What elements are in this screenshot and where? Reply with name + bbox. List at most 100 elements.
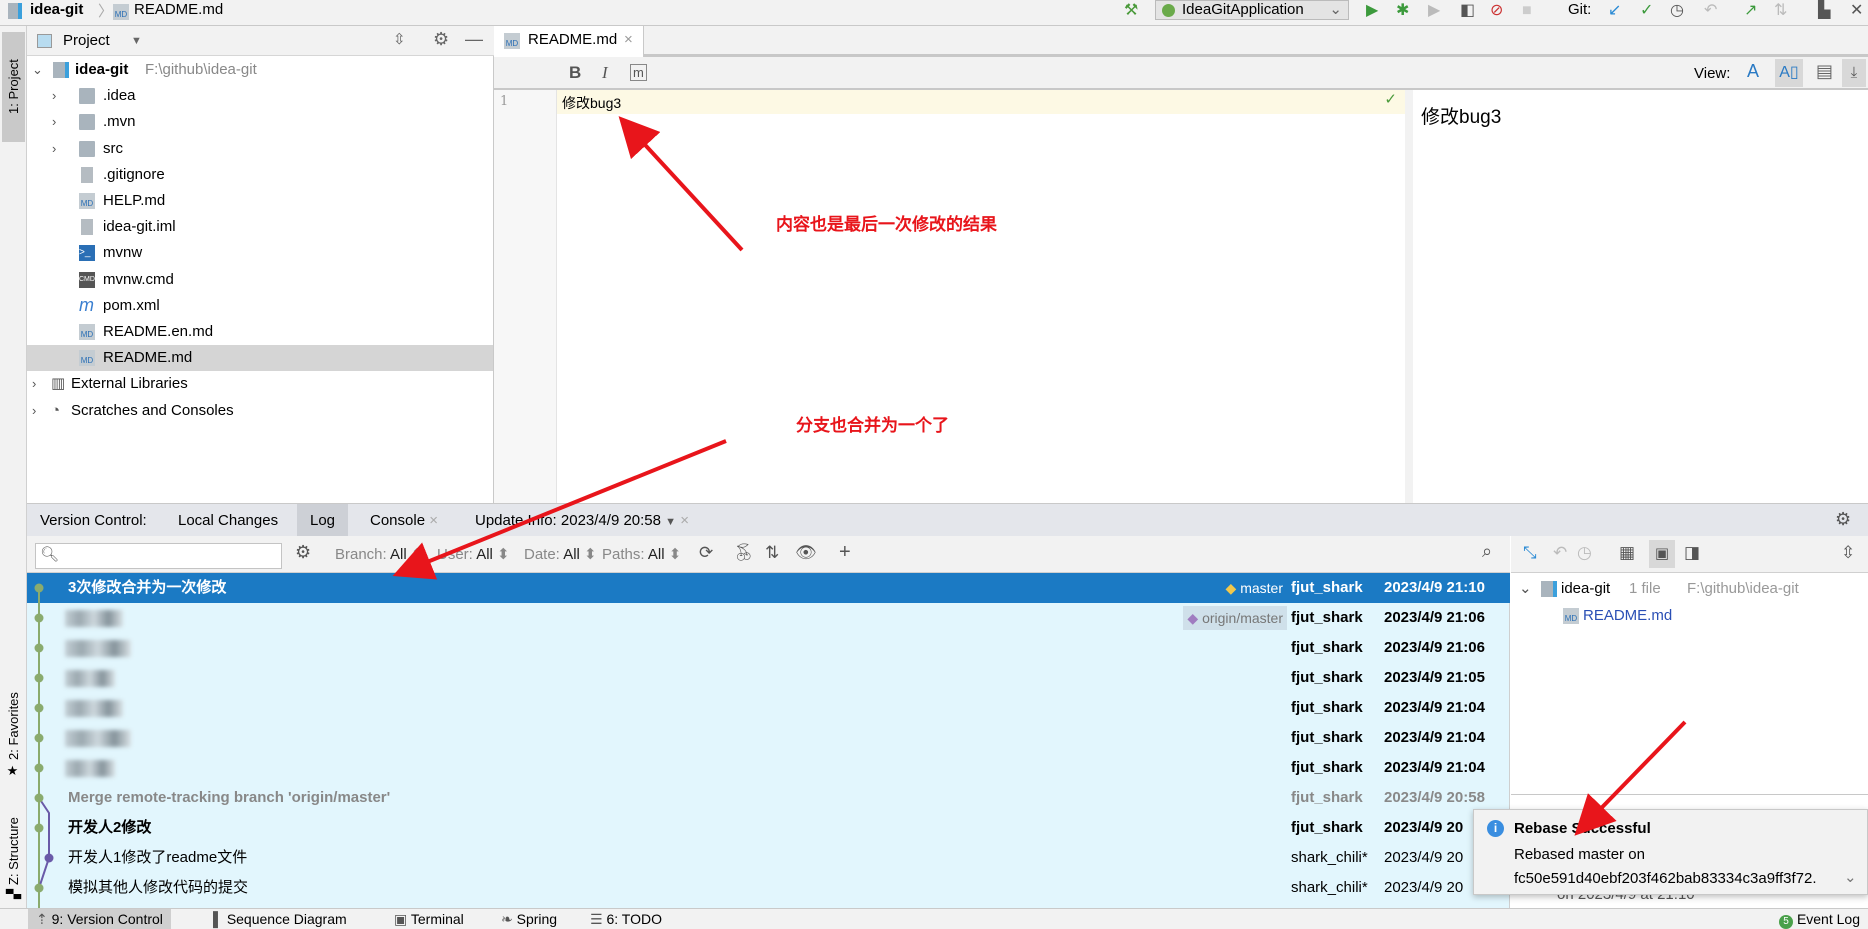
project-structure-icon[interactable]: ▙: [1818, 2, 1830, 20]
breadcrumb-file[interactable]: README.md: [134, 0, 223, 24]
cherry-pick-icon[interactable]: 🍒︎: [733, 543, 755, 563]
commit-row[interactable]: 3次修改合并为一次修改 ◆ master fjut_shark 2023/4/9 21…: [27, 573, 1510, 603]
tree-item[interactable]: MD README.en.md: [27, 319, 493, 345]
chevron-right-icon[interactable]: ›: [52, 83, 56, 109]
project-view-select[interactable]: Project: [63, 26, 110, 56]
user-filter[interactable]: User: All ⬍: [437, 536, 510, 573]
tree-item[interactable]: m pom.xml: [27, 293, 493, 319]
chevron-right-icon[interactable]: ›: [32, 398, 36, 424]
revert-icon[interactable]: ↶: [1553, 543, 1567, 563]
tree-item[interactable]: idea-git.iml: [27, 214, 493, 240]
tree-item[interactable]: › src: [27, 136, 493, 162]
git-push-icon[interactable]: ↗: [1744, 2, 1757, 20]
commit-row[interactable]: fjut_shark 2023/4/9 21:05: [27, 663, 1510, 693]
tab-readme[interactable]: MD README.md ×: [494, 26, 644, 57]
expand-all-icon[interactable]: ⇳: [1841, 543, 1855, 563]
tree-item[interactable]: >_ mvnw: [27, 240, 493, 266]
split-view-icon[interactable]: A▯: [1775, 59, 1803, 87]
rebase-notification[interactable]: i Rebase Successful Rebased master on fc…: [1473, 809, 1868, 895]
commit-row[interactable]: fjut_shark 2023/4/9 21:04: [27, 753, 1510, 783]
git-branches-icon[interactable]: ⇅: [1774, 2, 1787, 20]
editor-only-icon[interactable]: A: [1747, 61, 1759, 82]
stop-icon[interactable]: ■: [1522, 2, 1532, 20]
commit-row[interactable]: 开发人2修改 fjut_shark 2023/4/9 20: [27, 813, 1510, 843]
current-line[interactable]: 修改bug3 ✓: [557, 90, 1405, 114]
debug-icon[interactable]: ✱: [1396, 2, 1409, 20]
commit-row[interactable]: fjut_shark 2023/4/9 21:04: [27, 723, 1510, 753]
tree-root[interactable]: ⌄ idea-git F:\github\idea-git: [27, 57, 493, 83]
editor-text[interactable]: 修改bug3: [562, 93, 621, 113]
commit-row[interactable]: 开发人1修改了readme文件 shark_chili* 2023/4/9 20: [27, 843, 1510, 873]
chevron-down-icon[interactable]: ⌄: [1519, 576, 1532, 602]
commit-row[interactable]: fjut_shark 2023/4/9 21:06: [27, 633, 1510, 663]
scroll-sync-icon[interactable]: ⤓: [1842, 59, 1866, 87]
commit-row[interactable]: fjut_shark 2023/4/9 21:04: [27, 693, 1510, 723]
chevron-right-icon[interactable]: ›: [52, 109, 56, 135]
log-search-input[interactable]: 🔍︎: [35, 543, 282, 569]
run-icon[interactable]: ▶: [1366, 2, 1378, 20]
chevron-down-icon[interactable]: ▼: [665, 516, 676, 528]
tree-item[interactable]: CMD mvnw.cmd: [27, 267, 493, 293]
chevron-right-icon[interactable]: ›: [52, 136, 56, 162]
status-tool-4[interactable]: ☰ 6: TODO: [582, 909, 670, 929]
expand-chevron-icon[interactable]: ⌄: [1844, 868, 1857, 886]
tree-item[interactable]: › .mvn: [27, 109, 493, 135]
tab-local-changes[interactable]: Local Changes: [165, 504, 291, 537]
tab-update-info[interactable]: Update Info: 2023/4/9 20:58 ▼ ×: [462, 504, 702, 537]
status-tool-0[interactable]: ⇡ 9: Version Control: [28, 909, 171, 929]
git-rollback-icon[interactable]: ↶: [1704, 2, 1717, 20]
status-tool-1[interactable]: ▌ Sequence Diagram: [205, 909, 355, 929]
close-tab-icon[interactable]: ×: [624, 26, 633, 54]
chevron-down-icon[interactable]: ▼: [131, 26, 142, 56]
tab-log[interactable]: Log: [297, 504, 349, 537]
gear-icon[interactable]: ⚙: [295, 542, 311, 563]
commit-row[interactable]: ◆ origin/master fjut_shark 2023/4/9 21:06: [27, 603, 1510, 633]
tree-item[interactable]: .gitignore: [27, 162, 493, 188]
add-icon[interactable]: +: [839, 541, 851, 564]
tree-item[interactable]: › .idea: [27, 83, 493, 109]
chevron-down-icon[interactable]: ⌄: [32, 57, 43, 83]
changes-root[interactable]: ⌄ idea-git 1 file F:\github\idea-git: [1511, 576, 1868, 602]
chevron-right-icon[interactable]: ›: [32, 371, 36, 397]
layout-bottom-icon[interactable]: ▣: [1649, 540, 1675, 568]
close-tab-icon[interactable]: ×: [429, 512, 438, 529]
paths-filter[interactable]: Paths: All ⬍: [602, 536, 681, 573]
event-log-button[interactable]: 5 Event Log: [1771, 909, 1868, 929]
build-hammer-icon[interactable]: ⚒: [1124, 2, 1138, 20]
tab-console[interactable]: Console ×: [357, 504, 451, 537]
commit-row[interactable]: Merge remote-tracking branch 'origin/mas…: [27, 783, 1510, 813]
tree-item-external[interactable]: › ▥ External Libraries: [27, 371, 493, 397]
code-button[interactable]: m: [630, 64, 647, 81]
collapse-all-icon[interactable]: ⇳: [393, 30, 406, 48]
diff-icon[interactable]: ⤡: [1523, 543, 1537, 563]
attach-debugger-icon[interactable]: ⊘: [1490, 2, 1503, 20]
refresh-icon[interactable]: ⟳: [699, 543, 713, 563]
minimize-icon[interactable]: —: [465, 29, 483, 50]
group-by-icon[interactable]: ▦: [1619, 543, 1635, 563]
view-options-icon[interactable]: 👁︎: [795, 543, 817, 563]
git-commit-icon[interactable]: ✓: [1640, 2, 1653, 20]
tree-item[interactable]: MD README.md: [27, 345, 493, 372]
branch-filter[interactable]: Branch: All ⬍: [335, 536, 423, 573]
status-tool-3[interactable]: ❧ Spring: [493, 909, 565, 929]
breadcrumb-project[interactable]: idea-git: [30, 0, 83, 24]
history-icon[interactable]: ◷: [1577, 543, 1592, 563]
tool-window-project[interactable]: 1: Project: [2, 32, 25, 142]
preview-only-icon[interactable]: ▤: [1816, 61, 1833, 82]
search-icon[interactable]: ⌕: [1482, 541, 1492, 562]
status-tool-2[interactable]: ▣ Terminal: [386, 909, 472, 929]
date-filter[interactable]: Date: All ⬍: [524, 536, 597, 573]
gear-icon[interactable]: ⚙: [433, 29, 449, 50]
changed-file[interactable]: MD README.md: [1511, 603, 1868, 629]
tool-window-structure[interactable]: ▞ Z: Structure: [2, 796, 25, 921]
git-history-icon[interactable]: ◷: [1670, 2, 1684, 20]
layout-right-icon[interactable]: ◨: [1684, 543, 1700, 563]
sort-icon[interactable]: ⇅: [765, 543, 779, 563]
git-update-icon[interactable]: ↙: [1608, 2, 1621, 20]
commit-row[interactable]: 模拟其他人修改代码的提交 shark_chili* 2023/4/9 20: [27, 873, 1510, 903]
coverage-icon[interactable]: ▶: [1428, 2, 1440, 20]
tree-item[interactable]: MD HELP.md: [27, 188, 493, 214]
run-config-select[interactable]: IdeaGitApplication ⌄: [1155, 0, 1349, 20]
close-icon[interactable]: ✕: [1850, 2, 1863, 20]
close-tab-icon[interactable]: ×: [680, 512, 689, 529]
